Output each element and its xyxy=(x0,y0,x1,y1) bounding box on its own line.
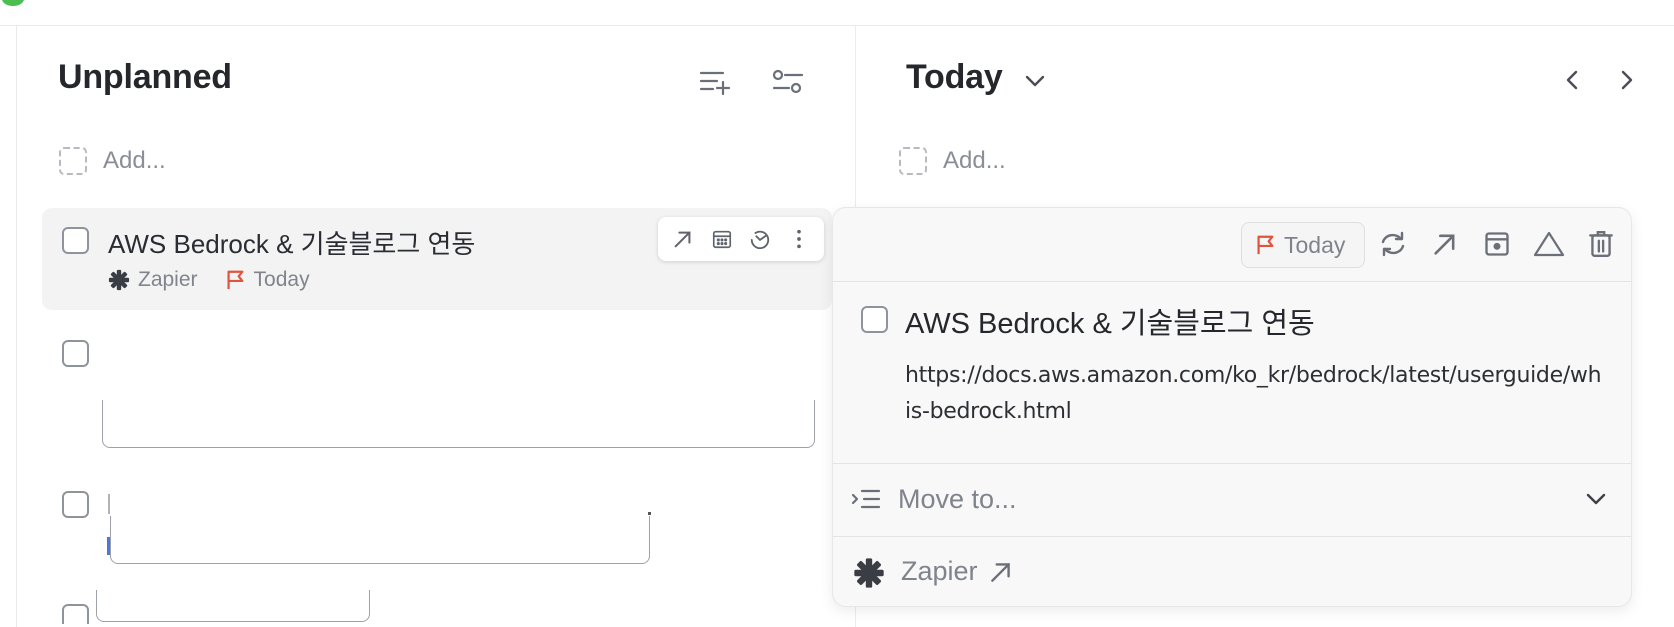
task-detail-panel: Today AWS Bedrock & 기술블로그 연동 https://doc… xyxy=(832,207,1632,607)
task-title[interactable]: AWS Bedrock & 기술블로그 연동 xyxy=(108,224,475,261)
filter-sliders-icon[interactable] xyxy=(768,62,808,102)
task-checkbox[interactable] xyxy=(62,227,89,254)
add-task-placeholder-icon xyxy=(899,147,927,175)
integration-name: Zapier xyxy=(901,556,978,586)
trash-icon[interactable] xyxy=(1583,226,1619,262)
unplanned-add-placeholder[interactable]: Add... xyxy=(103,147,166,175)
notes-line: is-bedrock.html xyxy=(905,399,1072,424)
notes-line: https://docs.aws.amazon.com/ko_kr/bedroc… xyxy=(905,363,1602,388)
unplanned-column-title: Unplanned xyxy=(58,58,232,96)
chevron-right-icon[interactable] xyxy=(1612,64,1642,96)
chevron-down-icon xyxy=(1585,492,1607,506)
task-title-editor[interactable] xyxy=(110,516,650,564)
task-due-label: Today xyxy=(253,268,310,291)
task-title-editor[interactable] xyxy=(102,400,815,448)
task-hover-toolbar xyxy=(658,217,824,261)
detail-task-title[interactable]: AWS Bedrock & 기술블로그 연동 xyxy=(905,300,1315,342)
window-close-dot[interactable] xyxy=(2,0,24,6)
chevron-down-icon[interactable] xyxy=(1020,66,1050,96)
text-fragment-dot xyxy=(648,512,651,515)
move-to-label: Move to... xyxy=(898,484,1017,514)
arrow-up-right-icon xyxy=(988,559,1014,585)
task-title-editor[interactable] xyxy=(96,590,370,622)
archive-box-icon[interactable] xyxy=(1479,226,1515,262)
task-meta: Zapier Today xyxy=(108,268,310,292)
detail-task-notes[interactable]: https://docs.aws.amazon.com/ko_kr/bedroc… xyxy=(905,358,1605,430)
integration-link[interactable]: Zapier xyxy=(833,538,1631,606)
zapier-asterisk-icon xyxy=(108,269,130,291)
triangle-icon[interactable] xyxy=(1531,226,1567,262)
timer-icon[interactable] xyxy=(744,223,776,255)
due-date-label: Today xyxy=(1284,231,1346,258)
flag-icon xyxy=(224,269,246,291)
repeat-icon[interactable] xyxy=(1375,226,1411,262)
task-checkbox[interactable] xyxy=(62,491,89,518)
today-add-row[interactable]: Add... xyxy=(899,147,1006,175)
task-source-label: Zapier xyxy=(138,268,198,291)
arrow-up-right-icon[interactable] xyxy=(667,223,699,255)
integration-label-group: Zapier xyxy=(901,556,1014,587)
list-add-icon[interactable] xyxy=(695,62,735,102)
window-titlebar xyxy=(0,0,1674,26)
detail-task-checkbox[interactable] xyxy=(861,306,888,333)
due-date-pill[interactable]: Today xyxy=(1241,222,1365,268)
move-to-dropdown[interactable]: Move to... xyxy=(833,463,1631,537)
chevron-left-icon[interactable] xyxy=(1557,64,1587,96)
add-task-placeholder-icon xyxy=(59,147,87,175)
today-column-title[interactable]: Today xyxy=(906,58,1003,97)
arrow-up-right-icon[interactable] xyxy=(1427,226,1463,262)
today-add-placeholder[interactable]: Add... xyxy=(943,147,1006,175)
unplanned-add-row[interactable]: Add... xyxy=(59,147,166,175)
more-vertical-icon[interactable] xyxy=(783,223,815,255)
flag-icon xyxy=(1254,234,1276,256)
task-checkbox[interactable] xyxy=(62,604,89,624)
indent-list-icon xyxy=(851,486,881,514)
detail-toolbar: Today xyxy=(833,208,1631,282)
sidebar-edge xyxy=(16,26,17,627)
calendar-icon[interactable] xyxy=(706,223,738,255)
text-caret xyxy=(108,494,110,514)
zapier-asterisk-icon xyxy=(853,557,885,589)
task-checkbox[interactable] xyxy=(62,340,89,367)
